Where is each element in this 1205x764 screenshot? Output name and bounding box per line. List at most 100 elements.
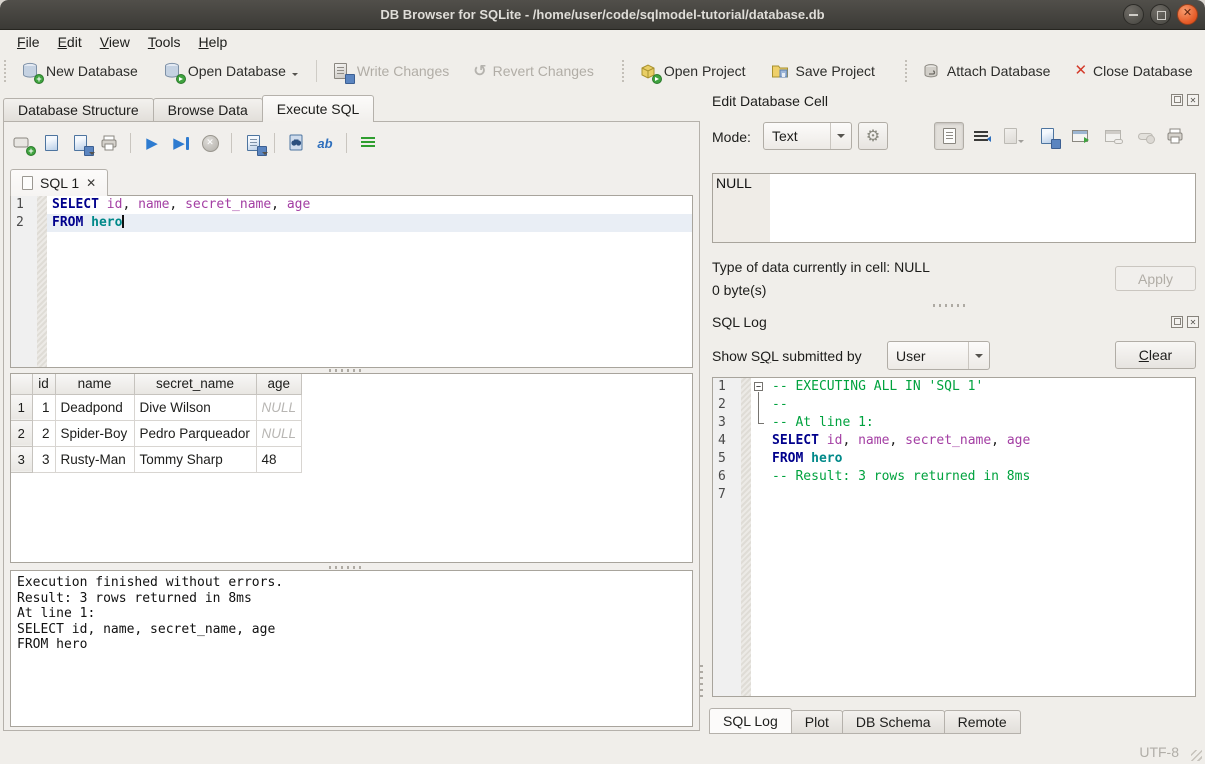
sql-log-view[interactable]: 1 -- EXECUTING ALL IN 'SQL 1' 2 -- 3 -- … bbox=[712, 377, 1196, 697]
import-cell-button[interactable] bbox=[1002, 123, 1026, 149]
dock-splitter[interactable] bbox=[933, 304, 967, 307]
open-database-button[interactable]: Open Database bbox=[156, 57, 304, 85]
corner-header[interactable] bbox=[11, 374, 32, 394]
results-table: id name secret_name age 1 1 Deadpond Div… bbox=[10, 373, 693, 563]
close-tab-icon[interactable]: ✕ bbox=[86, 176, 96, 190]
cell-value-editor[interactable]: NULL bbox=[712, 173, 1196, 243]
menu-file[interactable]: File bbox=[8, 33, 49, 51]
new-sql-tab-button[interactable] bbox=[12, 133, 32, 153]
print-button[interactable] bbox=[99, 133, 119, 153]
text-document-icon bbox=[943, 128, 956, 144]
revert-changes-button[interactable]: ↺ Revert Changes bbox=[467, 59, 600, 83]
column-header-name[interactable]: name bbox=[55, 374, 134, 394]
apply-button[interactable]: Apply bbox=[1115, 266, 1196, 291]
menu-tools[interactable]: Tools bbox=[139, 33, 190, 51]
table-cell[interactable]: 3 bbox=[32, 446, 55, 472]
text-mode-button[interactable] bbox=[934, 122, 964, 150]
execute-all-button[interactable]: ▶ bbox=[142, 133, 162, 153]
horizontal-splitter[interactable] bbox=[329, 369, 363, 372]
column-header-secret-name[interactable]: secret_name bbox=[134, 374, 256, 394]
copy-link-button[interactable] bbox=[1101, 123, 1125, 149]
row-header[interactable]: 2 bbox=[11, 420, 32, 446]
tab-browse-data[interactable]: Browse Data bbox=[153, 98, 263, 122]
fold-marker[interactable] bbox=[751, 378, 767, 396]
editor-line: 1 SELECT id, name, secret_name, age bbox=[11, 196, 692, 214]
maximize-button[interactable] bbox=[1150, 4, 1171, 25]
resize-grip[interactable] bbox=[1191, 750, 1202, 761]
stop-button[interactable]: ✕ bbox=[200, 133, 220, 153]
toolbar-drag-handle[interactable] bbox=[905, 60, 909, 82]
open-project-button[interactable]: Open Project bbox=[632, 57, 752, 85]
clear-log-button[interactable]: Clear bbox=[1115, 341, 1196, 369]
tab-execute-sql[interactable]: Execute SQL bbox=[262, 95, 375, 122]
table-cell[interactable]: Dive Wilson bbox=[134, 394, 256, 420]
menu-view[interactable]: View bbox=[91, 33, 139, 51]
titlebar[interactable]: DB Browser for SQLite - /home/user/code/… bbox=[0, 0, 1205, 30]
sql-editor-toolbar: ▶ ▶ ✕ ab bbox=[12, 130, 378, 156]
table-cell[interactable]: Tommy Sharp bbox=[134, 446, 256, 472]
sql-submitter-select[interactable]: User bbox=[887, 341, 990, 370]
toggle-button[interactable] bbox=[1133, 123, 1157, 149]
table-cell[interactable]: Spider-Boy bbox=[55, 420, 134, 446]
save-sql-file-button[interactable] bbox=[70, 133, 90, 153]
new-database-button[interactable]: New Database bbox=[14, 57, 144, 85]
export-dropdown-icon[interactable] bbox=[262, 152, 268, 155]
stop-icon: ✕ bbox=[202, 135, 219, 152]
float-dock-icon[interactable] bbox=[1171, 94, 1183, 106]
row-header[interactable]: 1 bbox=[11, 394, 32, 420]
minimize-button[interactable] bbox=[1123, 4, 1144, 25]
column-header-age[interactable]: age bbox=[256, 374, 302, 394]
export-cell-button[interactable] bbox=[1035, 123, 1059, 149]
table-cell[interactable]: 2 bbox=[32, 420, 55, 446]
close-dock-icon[interactable]: ✕ bbox=[1187, 316, 1199, 328]
table-cell[interactable]: 48 bbox=[256, 446, 302, 472]
autocomplete-button[interactable]: ab bbox=[315, 133, 335, 153]
sql-editor[interactable]: 1 SELECT id, name, secret_name, age 2 FR… bbox=[10, 195, 693, 368]
toolbar-drag-handle[interactable] bbox=[622, 60, 626, 82]
execute-current-line-button[interactable]: ▶ bbox=[171, 133, 191, 153]
open-external-button[interactable] bbox=[1068, 123, 1092, 149]
table-cell[interactable]: NULL bbox=[256, 420, 302, 446]
save-sql-dropdown-icon[interactable] bbox=[89, 152, 95, 155]
tab-sql-log[interactable]: SQL Log bbox=[709, 708, 792, 734]
table-cell[interactable]: 1 bbox=[32, 394, 55, 420]
table-cell[interactable]: NULL bbox=[256, 394, 302, 420]
close-button[interactable]: ✕ bbox=[1177, 4, 1198, 25]
tab-database-structure[interactable]: Database Structure bbox=[3, 98, 154, 122]
table-cell[interactable]: Rusty-Man bbox=[55, 446, 134, 472]
message-line: FROM hero bbox=[17, 637, 686, 653]
export-results-button[interactable] bbox=[243, 133, 263, 153]
row-header[interactable]: 3 bbox=[11, 446, 32, 472]
tab-plot[interactable]: Plot bbox=[791, 710, 843, 734]
menu-help[interactable]: Help bbox=[190, 33, 237, 51]
mode-select[interactable]: Text bbox=[763, 122, 852, 150]
auto-switch-mode-button[interactable]: ⚙ bbox=[858, 122, 888, 150]
table-row: 2 2 Spider-Boy Pedro Parqueador NULL bbox=[11, 420, 302, 446]
new-database-icon bbox=[20, 61, 40, 81]
horizontal-splitter[interactable] bbox=[329, 566, 363, 569]
find-button[interactable] bbox=[286, 133, 306, 153]
sql-document-tab[interactable]: SQL 1 ✕ bbox=[10, 169, 108, 196]
open-sql-file-button[interactable] bbox=[41, 133, 61, 153]
tab-remote[interactable]: Remote bbox=[944, 710, 1021, 734]
format-sql-button[interactable] bbox=[358, 133, 378, 153]
close-database-button[interactable]: ✕ Close Database bbox=[1068, 59, 1198, 83]
open-database-dropdown-icon[interactable] bbox=[292, 73, 298, 76]
print-cell-button[interactable] bbox=[1163, 123, 1187, 149]
save-project-button[interactable]: Save Project bbox=[764, 57, 881, 85]
toolbar-drag-handle[interactable] bbox=[4, 60, 8, 82]
format-icon bbox=[361, 137, 375, 149]
attach-database-button[interactable]: Attach Database bbox=[915, 57, 1057, 85]
float-dock-icon[interactable] bbox=[1171, 316, 1183, 328]
table-cell[interactable]: Pedro Parqueador bbox=[134, 420, 256, 446]
show-sql-label: Show SQL submitted by bbox=[712, 348, 862, 364]
write-changes-button[interactable]: Write Changes bbox=[325, 57, 455, 85]
mode-label: Mode: bbox=[712, 129, 751, 145]
tab-db-schema[interactable]: DB Schema bbox=[842, 710, 945, 734]
menu-edit[interactable]: Edit bbox=[49, 33, 91, 51]
close-dock-icon[interactable]: ✕ bbox=[1187, 94, 1199, 106]
table-cell[interactable]: Deadpond bbox=[55, 394, 134, 420]
word-wrap-button[interactable] bbox=[969, 123, 993, 149]
column-header-id[interactable]: id bbox=[32, 374, 55, 394]
attach-database-icon bbox=[921, 61, 941, 81]
